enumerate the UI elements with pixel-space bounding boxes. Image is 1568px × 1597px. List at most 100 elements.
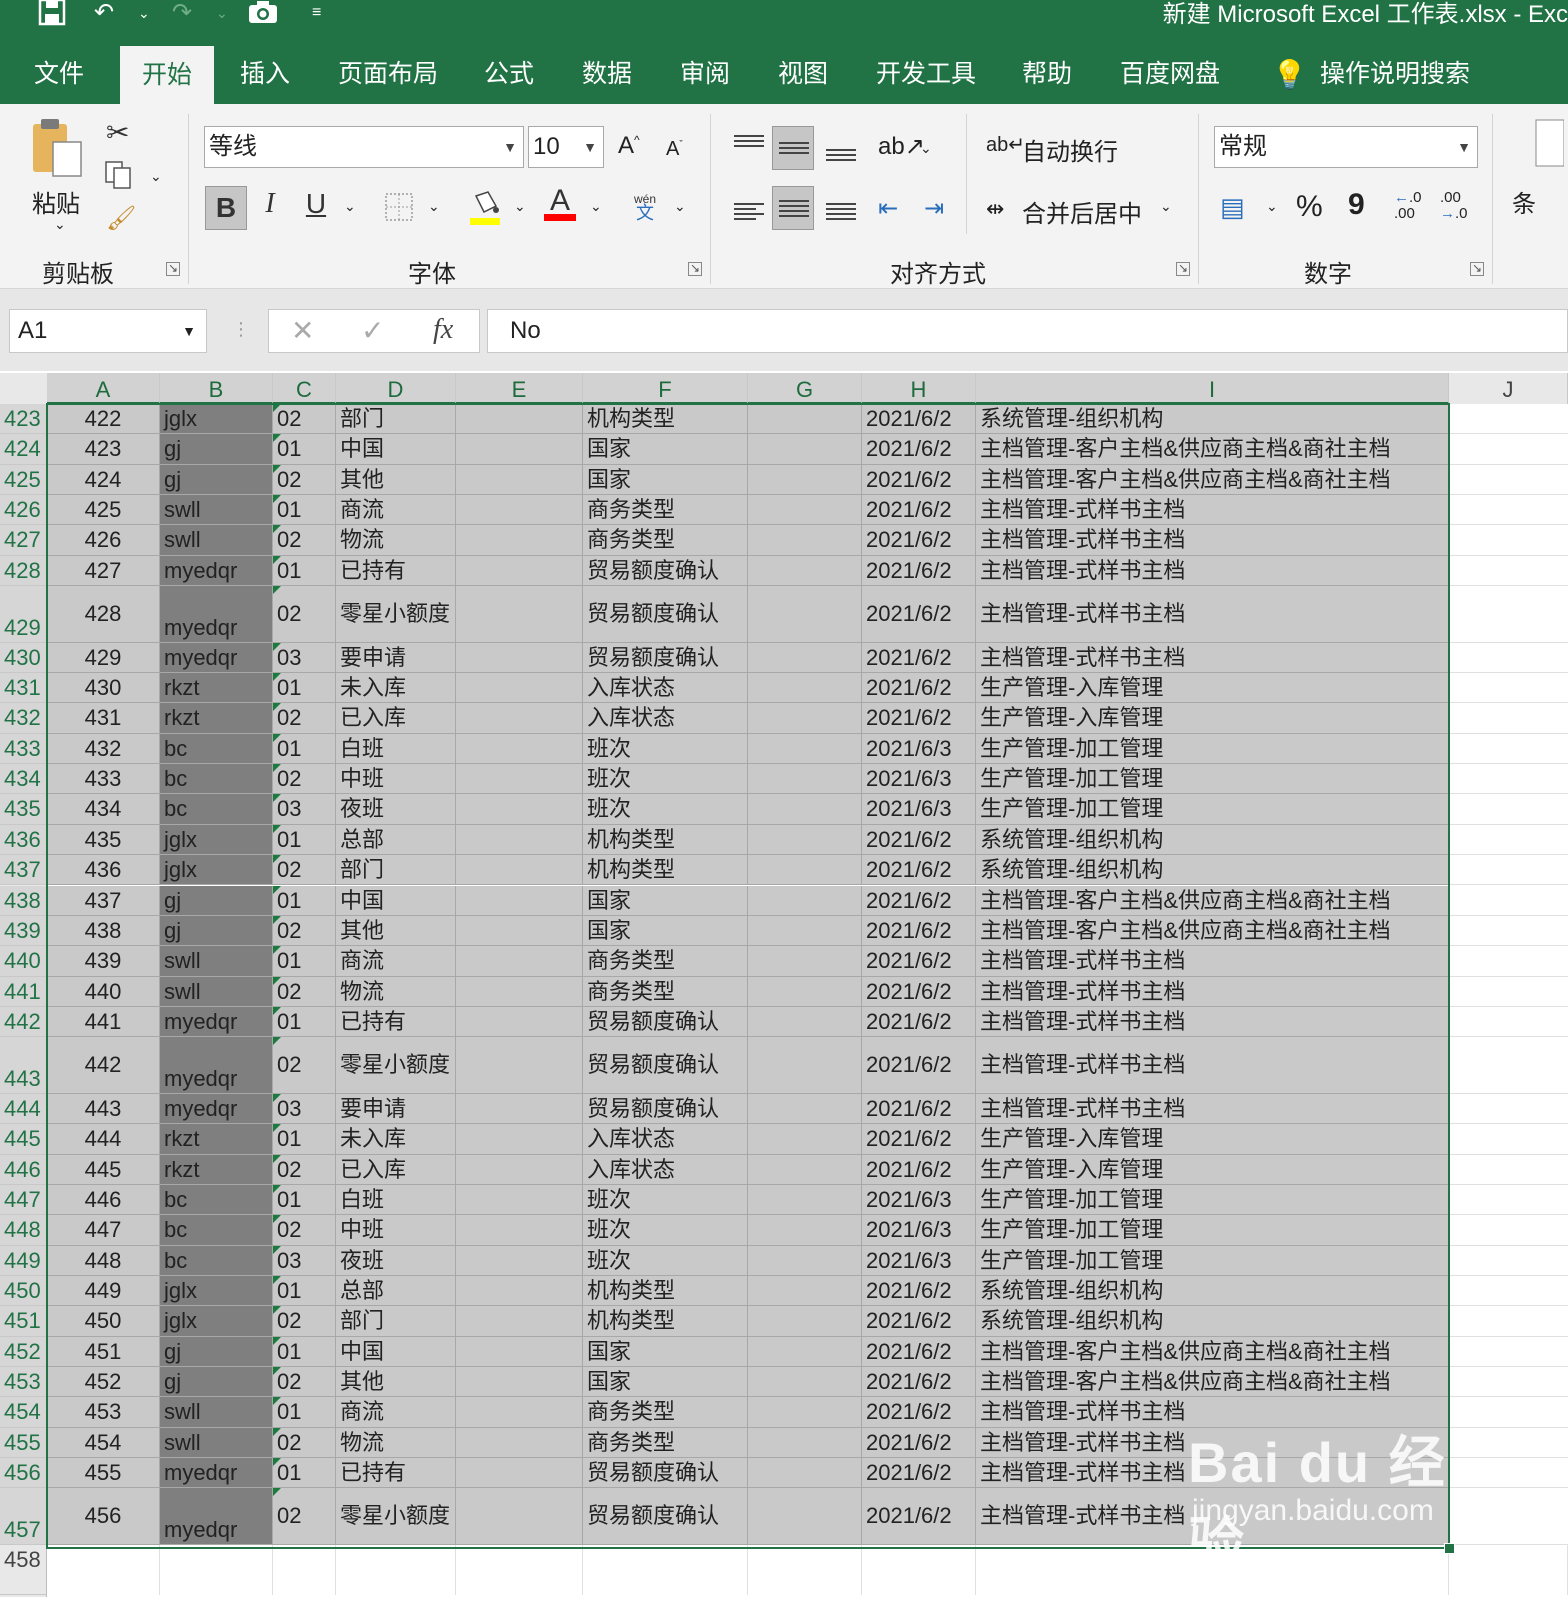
cell-E445[interactable] [456, 1124, 583, 1155]
cell-I450[interactable]: 系统管理-组织机构 [976, 1275, 1449, 1307]
tab-review[interactable]: 审阅 [674, 45, 736, 104]
cell-B432[interactable]: rkzt [160, 703, 273, 734]
cell-A451[interactable]: 450 [47, 1306, 160, 1337]
cell-F430[interactable]: 贸易额度确认 [583, 642, 748, 674]
cell-I430[interactable]: 主档管理-式样书主档 [976, 642, 1449, 674]
cell-H427[interactable]: 2021/6/2 [862, 525, 976, 556]
cell-F449[interactable]: 班次 [583, 1245, 748, 1276]
cell-A436[interactable]: 435 [47, 824, 160, 856]
cell-H430[interactable]: 2021/6/2 [862, 642, 976, 674]
cell-A428[interactable]: 427 [47, 555, 160, 587]
align-left-icon[interactable] [734, 200, 764, 223]
cell-B435[interactable]: bc [160, 794, 273, 825]
empty-cell[interactable] [583, 1545, 748, 1595]
cell-C444[interactable]: 03 [273, 1093, 336, 1125]
cell-C426[interactable]: 01 [273, 495, 336, 526]
number-format-combo[interactable]: 常规 ▼ [1214, 126, 1478, 168]
cell-F444[interactable]: 贸易额度确认 [583, 1093, 748, 1125]
cell-G423[interactable] [748, 404, 862, 435]
cell-E444[interactable] [456, 1093, 583, 1125]
cell-B428[interactable]: myedqr [160, 555, 273, 587]
cell-A433[interactable]: 432 [47, 733, 160, 765]
cell-D428[interactable]: 已持有 [336, 555, 456, 587]
accounting-format-icon[interactable]: ▤ [1220, 192, 1245, 223]
cell-H438[interactable]: 2021/6/2 [862, 885, 976, 916]
font-name-combo[interactable]: 等线 ▼ [204, 126, 524, 168]
row-header[interactable]: 436 [0, 824, 46, 856]
cell-I431[interactable]: 生产管理-入库管理 [976, 673, 1449, 704]
cell-J423[interactable] [1449, 404, 1568, 435]
column-header-g[interactable]: G [748, 373, 862, 404]
cell-B452[interactable]: gj [160, 1336, 273, 1367]
cell-E423[interactable] [456, 404, 583, 435]
row-header[interactable]: 428 [0, 555, 46, 587]
cell-I426[interactable]: 主档管理-式样书主档 [976, 495, 1449, 526]
cell-B440[interactable]: swll [160, 946, 273, 977]
cell-A444[interactable]: 443 [47, 1093, 160, 1125]
cancel-icon[interactable]: ✕ [291, 314, 314, 347]
cell-J438[interactable] [1449, 885, 1568, 916]
cell-F443[interactable]: 贸易额度确认 [583, 1037, 748, 1094]
cell-D452[interactable]: 中国 [336, 1336, 456, 1367]
cell-A455[interactable]: 454 [47, 1427, 160, 1459]
cell-I444[interactable]: 主档管理-式样书主档 [976, 1093, 1449, 1125]
cell-C448[interactable]: 02 [273, 1215, 336, 1246]
cell-J453[interactable] [1449, 1367, 1568, 1398]
cell-C431[interactable]: 01 [273, 673, 336, 704]
cell-D437[interactable]: 部门 [336, 855, 456, 886]
cell-B431[interactable]: rkzt [160, 673, 273, 704]
cell-H434[interactable]: 2021/6/3 [862, 764, 976, 795]
cell-B436[interactable]: jglx [160, 824, 273, 856]
row-header[interactable]: 442 [0, 1006, 46, 1038]
cell-G455[interactable] [748, 1427, 862, 1459]
cell-J424[interactable] [1449, 434, 1568, 465]
cell-D451[interactable]: 部门 [336, 1306, 456, 1337]
chevron-down-icon[interactable]: ▼ [583, 127, 597, 167]
cell-J449[interactable] [1449, 1245, 1568, 1276]
empty-cell[interactable] [862, 1545, 976, 1595]
cell-H435[interactable]: 2021/6/3 [862, 794, 976, 825]
cell-E427[interactable] [456, 525, 583, 556]
chevron-down-icon[interactable]: ▼ [503, 127, 517, 167]
cell-D442[interactable]: 已持有 [336, 1006, 456, 1038]
cell-D449[interactable]: 夜班 [336, 1245, 456, 1276]
merge-dropdown-icon[interactable]: ⌄ [1160, 198, 1172, 215]
cell-C429[interactable]: 02 [273, 586, 336, 643]
cell-F427[interactable]: 商务类型 [583, 525, 748, 556]
cell-B445[interactable]: rkzt [160, 1124, 273, 1155]
cell-F453[interactable]: 国家 [583, 1367, 748, 1398]
chevron-down-icon[interactable]: ▼ [1457, 127, 1471, 167]
tab-data[interactable]: 数据 [576, 45, 638, 104]
cell-H425[interactable]: 2021/6/2 [862, 464, 976, 496]
cell-F457[interactable]: 贸易额度确认 [583, 1488, 748, 1545]
cell-C437[interactable]: 02 [273, 855, 336, 886]
cell-A446[interactable]: 445 [47, 1154, 160, 1185]
fill-color-dropdown-icon[interactable]: ⌄ [514, 198, 526, 215]
cell-C441[interactable]: 02 [273, 976, 336, 1007]
increase-decimal-icon[interactable]: ←.0.00 [1394, 190, 1422, 222]
cell-J432[interactable] [1449, 703, 1568, 734]
italic-button[interactable]: I [256, 188, 284, 220]
cell-F448[interactable]: 班次 [583, 1215, 748, 1246]
cell-F435[interactable]: 班次 [583, 794, 748, 825]
underline-dropdown-icon[interactable]: ⌄ [344, 198, 356, 215]
align-center-icon[interactable] [772, 186, 814, 230]
column-header-f[interactable]: F [583, 373, 748, 404]
cell-C453[interactable]: 02 [273, 1367, 336, 1398]
tab-help[interactable]: 帮助 [1016, 45, 1078, 104]
fill-color-icon[interactable] [468, 188, 502, 231]
cell-G426[interactable] [748, 495, 862, 526]
cell-G453[interactable] [748, 1367, 862, 1398]
cell-D450[interactable]: 总部 [336, 1275, 456, 1307]
cell-D423[interactable]: 部门 [336, 404, 456, 435]
row-header[interactable]: 432 [0, 703, 46, 734]
align-right-icon[interactable] [826, 200, 856, 223]
cell-J433[interactable] [1449, 733, 1568, 765]
cell-H450[interactable]: 2021/6/2 [862, 1275, 976, 1307]
cell-H424[interactable]: 2021/6/2 [862, 434, 976, 465]
cell-G439[interactable] [748, 915, 862, 947]
align-top-icon[interactable] [734, 132, 764, 150]
cell-E428[interactable] [456, 555, 583, 587]
cell-C452[interactable]: 01 [273, 1336, 336, 1367]
cell-H452[interactable]: 2021/6/2 [862, 1336, 976, 1367]
